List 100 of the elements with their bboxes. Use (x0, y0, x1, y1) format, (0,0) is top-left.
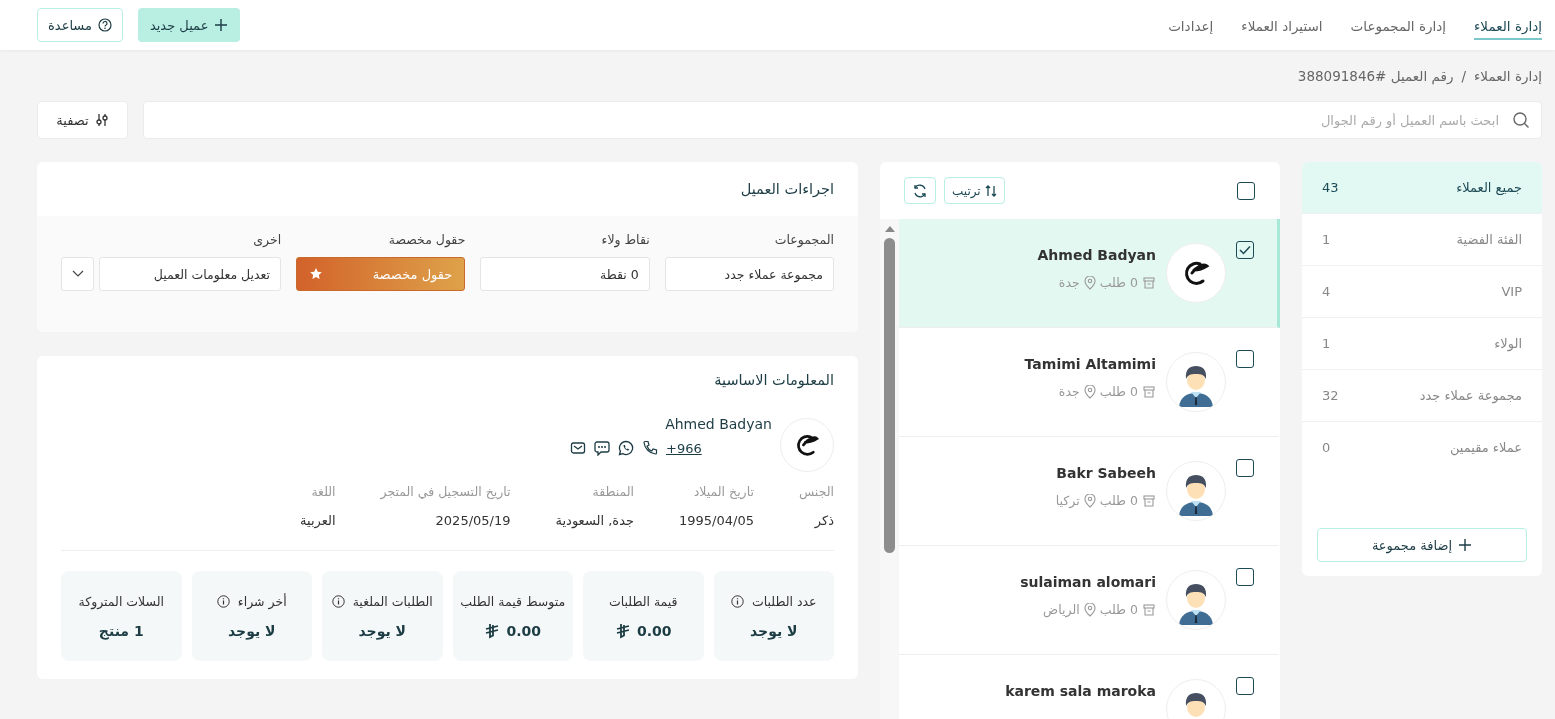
sort-icon (984, 184, 997, 197)
group-item[interactable]: 4 VIP (1302, 266, 1542, 318)
customer-name: Ahmed Badyan (664, 416, 772, 432)
stat-label: عدد الطلبات (751, 593, 817, 609)
phone-link[interactable]: +966 (666, 440, 772, 456)
stat-label: قيمة الطلبات (608, 593, 678, 609)
stat-label: الطلبات الملغية (352, 593, 433, 609)
field-label: المجموعات (773, 232, 834, 247)
box-icon (1142, 493, 1156, 508)
stat-label: أخر شراء (237, 593, 287, 609)
detail-value: العربية (300, 513, 336, 528)
stat-value: 0.00 (506, 622, 542, 639)
customer-city: جدة (1058, 275, 1080, 290)
group-count: 1 (1322, 232, 1331, 247)
detail-label: تاريخ الميلاد (692, 484, 754, 499)
row-checkbox[interactable] (1236, 350, 1254, 368)
customer-city: تركيا (1055, 493, 1080, 508)
field-label: نقاط ولاء (600, 232, 650, 247)
group-count: 43 (1322, 180, 1339, 195)
info-icon[interactable] (331, 594, 345, 608)
detail-value: 1995/04/05 (679, 513, 754, 528)
detail-value: جدة, السعودية (555, 513, 634, 528)
plus-icon (1458, 538, 1473, 552)
add-group-button[interactable]: إضافة مجموعة (1317, 528, 1527, 562)
customer-row[interactable]: karem sala maroka (899, 655, 1280, 719)
stat-value: 1 منتج (98, 622, 144, 639)
box-icon (1142, 275, 1156, 290)
nav-tab[interactable]: إعدادات (1168, 10, 1214, 40)
detail-label: اللغة (310, 484, 336, 499)
star-icon (309, 267, 324, 281)
customer-name: Ahmed Badyan (1037, 247, 1156, 263)
row-checkbox[interactable] (1236, 459, 1254, 477)
mail-icon[interactable] (570, 440, 586, 456)
group-label: جميع العملاء (1456, 180, 1522, 195)
value-field[interactable]: مجموعة عملاء جدد (664, 257, 834, 291)
stat-value: لا يوجد (750, 622, 798, 639)
stat-value: 0.00 (637, 622, 672, 639)
help-icon (97, 18, 112, 32)
value-field[interactable]: 0 نقطة (480, 257, 650, 291)
customer-name: Bakr Sabeeh (1055, 465, 1156, 481)
location-pin-icon (1083, 602, 1096, 617)
detail-label: الجنس (798, 484, 834, 499)
chevron-down-icon (71, 270, 84, 278)
order-count: 0 طلب (1099, 384, 1138, 399)
detail-label: المنطقة (591, 484, 634, 499)
refresh-button[interactable] (904, 177, 936, 204)
location-pin-icon (1083, 384, 1096, 399)
group-count: 32 (1322, 388, 1339, 403)
row-checkbox[interactable] (1236, 677, 1254, 695)
row-checkbox[interactable] (1236, 568, 1254, 586)
chat-icon[interactable] (594, 440, 610, 456)
customer-name: sulaiman alomari (1020, 574, 1156, 590)
breadcrumb-current: رقم العميل #388091846 (1297, 68, 1454, 87)
phone-icon[interactable] (642, 440, 658, 456)
order-count: 0 طلب (1099, 275, 1138, 290)
new-customer-button[interactable]: عميل جديد (137, 8, 241, 42)
check-icon (1238, 243, 1252, 257)
location-pin-icon (1083, 275, 1096, 290)
sort-button[interactable]: ترتيب (944, 177, 1005, 204)
sliders-icon (94, 113, 109, 127)
stat-label: السلات المتروكة (78, 593, 164, 609)
stat-value: لا يوجد (358, 622, 406, 639)
detail-value: ذكر (813, 513, 834, 528)
group-label: عملاء مقيمين (1449, 440, 1522, 455)
select-all-checkbox[interactable] (1237, 181, 1255, 200)
info-icon[interactable] (216, 594, 230, 608)
nav-tab[interactable]: إدارة المجموعات (1350, 10, 1446, 40)
filter-button[interactable]: تصفية (37, 101, 128, 139)
group-label: الولاء (1494, 336, 1522, 351)
field-label: حقول مخصصة (387, 232, 466, 247)
currency-icon (615, 622, 631, 639)
breadcrumb-separator: / (1461, 68, 1466, 86)
info-icon[interactable] (730, 594, 744, 608)
order-count: 0 طلب (1099, 493, 1138, 508)
breadcrumb-link[interactable]: إدارة العملاء (1474, 68, 1542, 88)
group-label: مجموعة عملاء جدد (1419, 388, 1522, 403)
field-label: اخرى (252, 232, 282, 247)
whatsapp-icon[interactable] (618, 440, 634, 456)
plus-icon (214, 18, 229, 32)
box-icon (1142, 602, 1156, 617)
refresh-icon (912, 182, 928, 199)
search-icon (1512, 111, 1530, 129)
box-icon (1142, 384, 1156, 399)
detail-value: 2025/05/19 (434, 513, 511, 528)
logo-avatar (780, 418, 834, 472)
customer-name: Tamimi Altamimi (1024, 356, 1156, 372)
arrow-up-icon[interactable] (883, 225, 896, 233)
scrollbar[interactable] (880, 219, 899, 719)
nav-tab[interactable]: إدارة العملاء (1474, 10, 1542, 40)
help-button[interactable]: مساعدة (37, 8, 123, 42)
group-label: الفئة الفضية (1456, 232, 1522, 247)
card-title: المعلومات الاساسية (713, 372, 834, 388)
order-count: 0 طلب (1099, 602, 1138, 617)
stat-value: لا يوجد (228, 622, 276, 639)
group-count: 0 (1322, 440, 1331, 455)
row-checkbox[interactable] (1236, 241, 1254, 259)
location-pin-icon (1083, 493, 1096, 508)
stat-label: متوسط قيمة الطلب (460, 593, 566, 609)
action-select[interactable]: تعديل معلومات العميل (99, 257, 282, 291)
nav-tab[interactable]: استيراد العملاء (1241, 10, 1323, 40)
